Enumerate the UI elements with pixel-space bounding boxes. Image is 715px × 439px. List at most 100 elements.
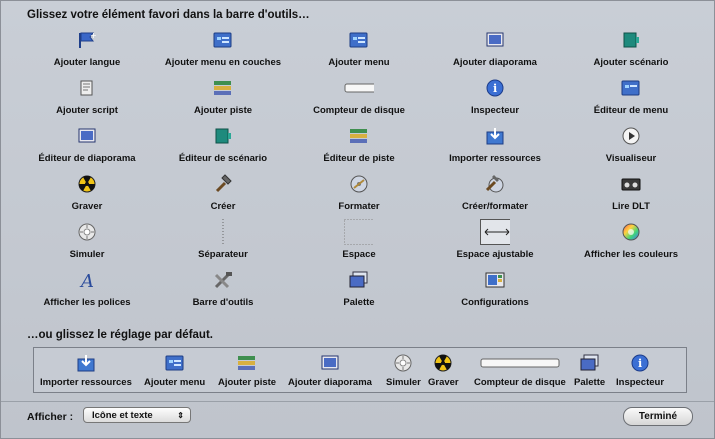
default-item-label: Graver (428, 377, 459, 388)
import-icon (480, 125, 510, 147)
fonts-icon: A (72, 269, 102, 291)
show-mode-popup[interactable]: Icône et texte ⇕ (83, 407, 191, 423)
default-item-disc-meter: Compteur de disque (474, 352, 566, 388)
toolbar-item-label: Afficher les polices (43, 297, 131, 308)
toolbar-item-story[interactable]: Ajouter scénario (565, 29, 697, 79)
toolbar-item-label: Configurations (461, 297, 529, 308)
toolbar-item-build-format[interactable]: Créer/formater (429, 173, 561, 223)
svg-text:i: i (493, 82, 497, 95)
import-icon (40, 352, 132, 374)
hammer-icon (208, 173, 238, 195)
default-item-slideshow: Ajouter diaporama (288, 352, 372, 388)
toolbar-item-label: Ajouter langue (53, 57, 121, 68)
default-item-label: Ajouter diaporama (288, 377, 372, 388)
svg-text:i: i (638, 357, 642, 370)
toolbar-item-configurations[interactable]: Configurations (429, 269, 561, 319)
default-item-info: i Inspecteur (616, 352, 664, 388)
toolbar-item-palette[interactable]: Palette (293, 269, 425, 319)
toolbar-item-label: Graver (71, 201, 103, 212)
menu-editor-icon (616, 77, 646, 99)
default-item-label: Ajouter piste (218, 377, 277, 388)
toolbar-item-label: Simuler (69, 249, 105, 260)
format-icon (344, 173, 374, 195)
toolbar-item-space[interactable]: Espace (293, 219, 425, 271)
toolbar-item-info[interactable]: i Inspecteur (429, 77, 561, 127)
default-item-label: Ajouter menu (144, 377, 206, 388)
default-item-palette: Palette (574, 352, 605, 388)
default-item-burn: Graver (428, 352, 459, 388)
toolbar-item-track-editor[interactable]: Éditeur de piste (293, 125, 425, 175)
toolbar-item-flag[interactable]: + Ajouter langue (21, 29, 153, 79)
toolbar-item-menu-editor[interactable]: Éditeur de menu (565, 77, 697, 127)
slideshow-icon (288, 352, 372, 374)
toolbar-item-story-editor[interactable]: Éditeur de scénario (157, 125, 289, 175)
toolbar-tools-icon (208, 269, 238, 291)
toolbar-item-color-wheel[interactable]: Afficher les couleurs (565, 221, 697, 271)
toolbar-item-menu[interactable]: Ajouter menu (293, 29, 425, 79)
simulator-icon (386, 352, 421, 374)
separator-icon (208, 219, 238, 245)
layered-menu-icon (208, 29, 238, 51)
story-icon (616, 29, 646, 51)
toolbar-item-layered-menu[interactable]: Ajouter menu en couches (157, 29, 289, 79)
menu-icon (344, 29, 374, 51)
toolbar-item-label: Ajouter piste (193, 105, 253, 116)
toolbar-item-import[interactable]: Importer ressources (429, 125, 561, 175)
play-icon (616, 125, 646, 147)
toolbar-item-label: Éditeur de piste (323, 153, 395, 164)
toolbar-item-simulator[interactable]: Simuler (21, 221, 153, 271)
toolbar-item-label: Espace ajustable (456, 249, 534, 260)
toolbar-item-label: Créer/formater (462, 201, 528, 212)
color-wheel-icon (616, 221, 646, 243)
toolbar-item-disc-meter[interactable]: Compteur de disque (293, 77, 425, 127)
menu-icon (144, 352, 205, 374)
toolbar-item-label: Visualiseur (605, 153, 657, 164)
show-label: Afficher : (27, 411, 74, 423)
toolbar-item-format[interactable]: Formater (293, 173, 425, 223)
toolbar-item-label: Afficher les couleurs (584, 249, 678, 260)
default-item-simulator: Simuler (386, 352, 421, 388)
toolbar-item-hammer[interactable]: Créer (157, 173, 289, 223)
toolbar-item-burn[interactable]: Graver (21, 173, 153, 223)
toolbar-item-label: Séparateur (198, 249, 248, 260)
toolbar-item-label: Ajouter script (56, 105, 118, 116)
show-mode-value: Icône et texte (92, 410, 153, 421)
done-button[interactable]: Terminé (623, 407, 693, 426)
burn-icon (428, 352, 459, 374)
toolbar-item-slideshow[interactable]: Ajouter diaporama (429, 29, 561, 79)
burn-icon (72, 173, 102, 195)
default-item-label: Simuler (386, 377, 421, 388)
toolbar-item-separator[interactable]: Séparateur (157, 219, 289, 271)
toolbar-item-dlt-tape[interactable]: Lire DLT (565, 173, 697, 223)
info-icon: i (616, 352, 664, 374)
disc-meter-icon (474, 352, 566, 374)
default-item-label: Importer ressources (40, 377, 132, 388)
palette-icon (344, 269, 374, 291)
info-icon: i (480, 77, 510, 99)
default-item-label: Palette (574, 377, 606, 388)
customize-toolbar-sheet: Glissez votre élément favori dans la bar… (0, 0, 715, 439)
toolbar-item-toolbar-tools[interactable]: Barre d'outils (157, 269, 289, 319)
toolbar-item-play[interactable]: Visualiseur (565, 125, 697, 175)
toolbar-item-label: Ajouter menu en couches (164, 57, 282, 68)
toolbar-item-track[interactable]: Ajouter piste (157, 77, 289, 127)
track-icon (218, 352, 276, 374)
toolbar-item-flexible-space[interactable]: Espace ajustable (429, 219, 561, 271)
toolbar-item-fonts[interactable]: A Afficher les polices (21, 269, 153, 319)
toolbar-item-label: Ajouter menu (328, 57, 390, 68)
toolbar-item-slideshow-editor[interactable]: Éditeur de diaporama (21, 125, 153, 175)
default-toolbar-set[interactable]: Importer ressources Ajouter menu Ajouter p… (33, 347, 687, 393)
space-icon (344, 219, 374, 245)
footer-divider (1, 401, 714, 402)
disc-meter-icon (344, 77, 374, 99)
svg-text:+: + (90, 31, 97, 40)
toolbar-item-label: Éditeur de scénario (178, 153, 268, 164)
toolbar-item-script[interactable]: Ajouter script (21, 77, 153, 127)
popup-arrows-icon: ⇕ (177, 411, 184, 420)
story-editor-icon (208, 125, 238, 147)
default-item-track: Ajouter piste (218, 352, 276, 388)
toolbar-item-label: Ajouter diaporama (453, 57, 537, 68)
toolbar-item-label: Ajouter scénario (593, 57, 669, 68)
slideshow-icon (480, 29, 510, 51)
default-item-label: Compteur de disque (474, 377, 566, 388)
